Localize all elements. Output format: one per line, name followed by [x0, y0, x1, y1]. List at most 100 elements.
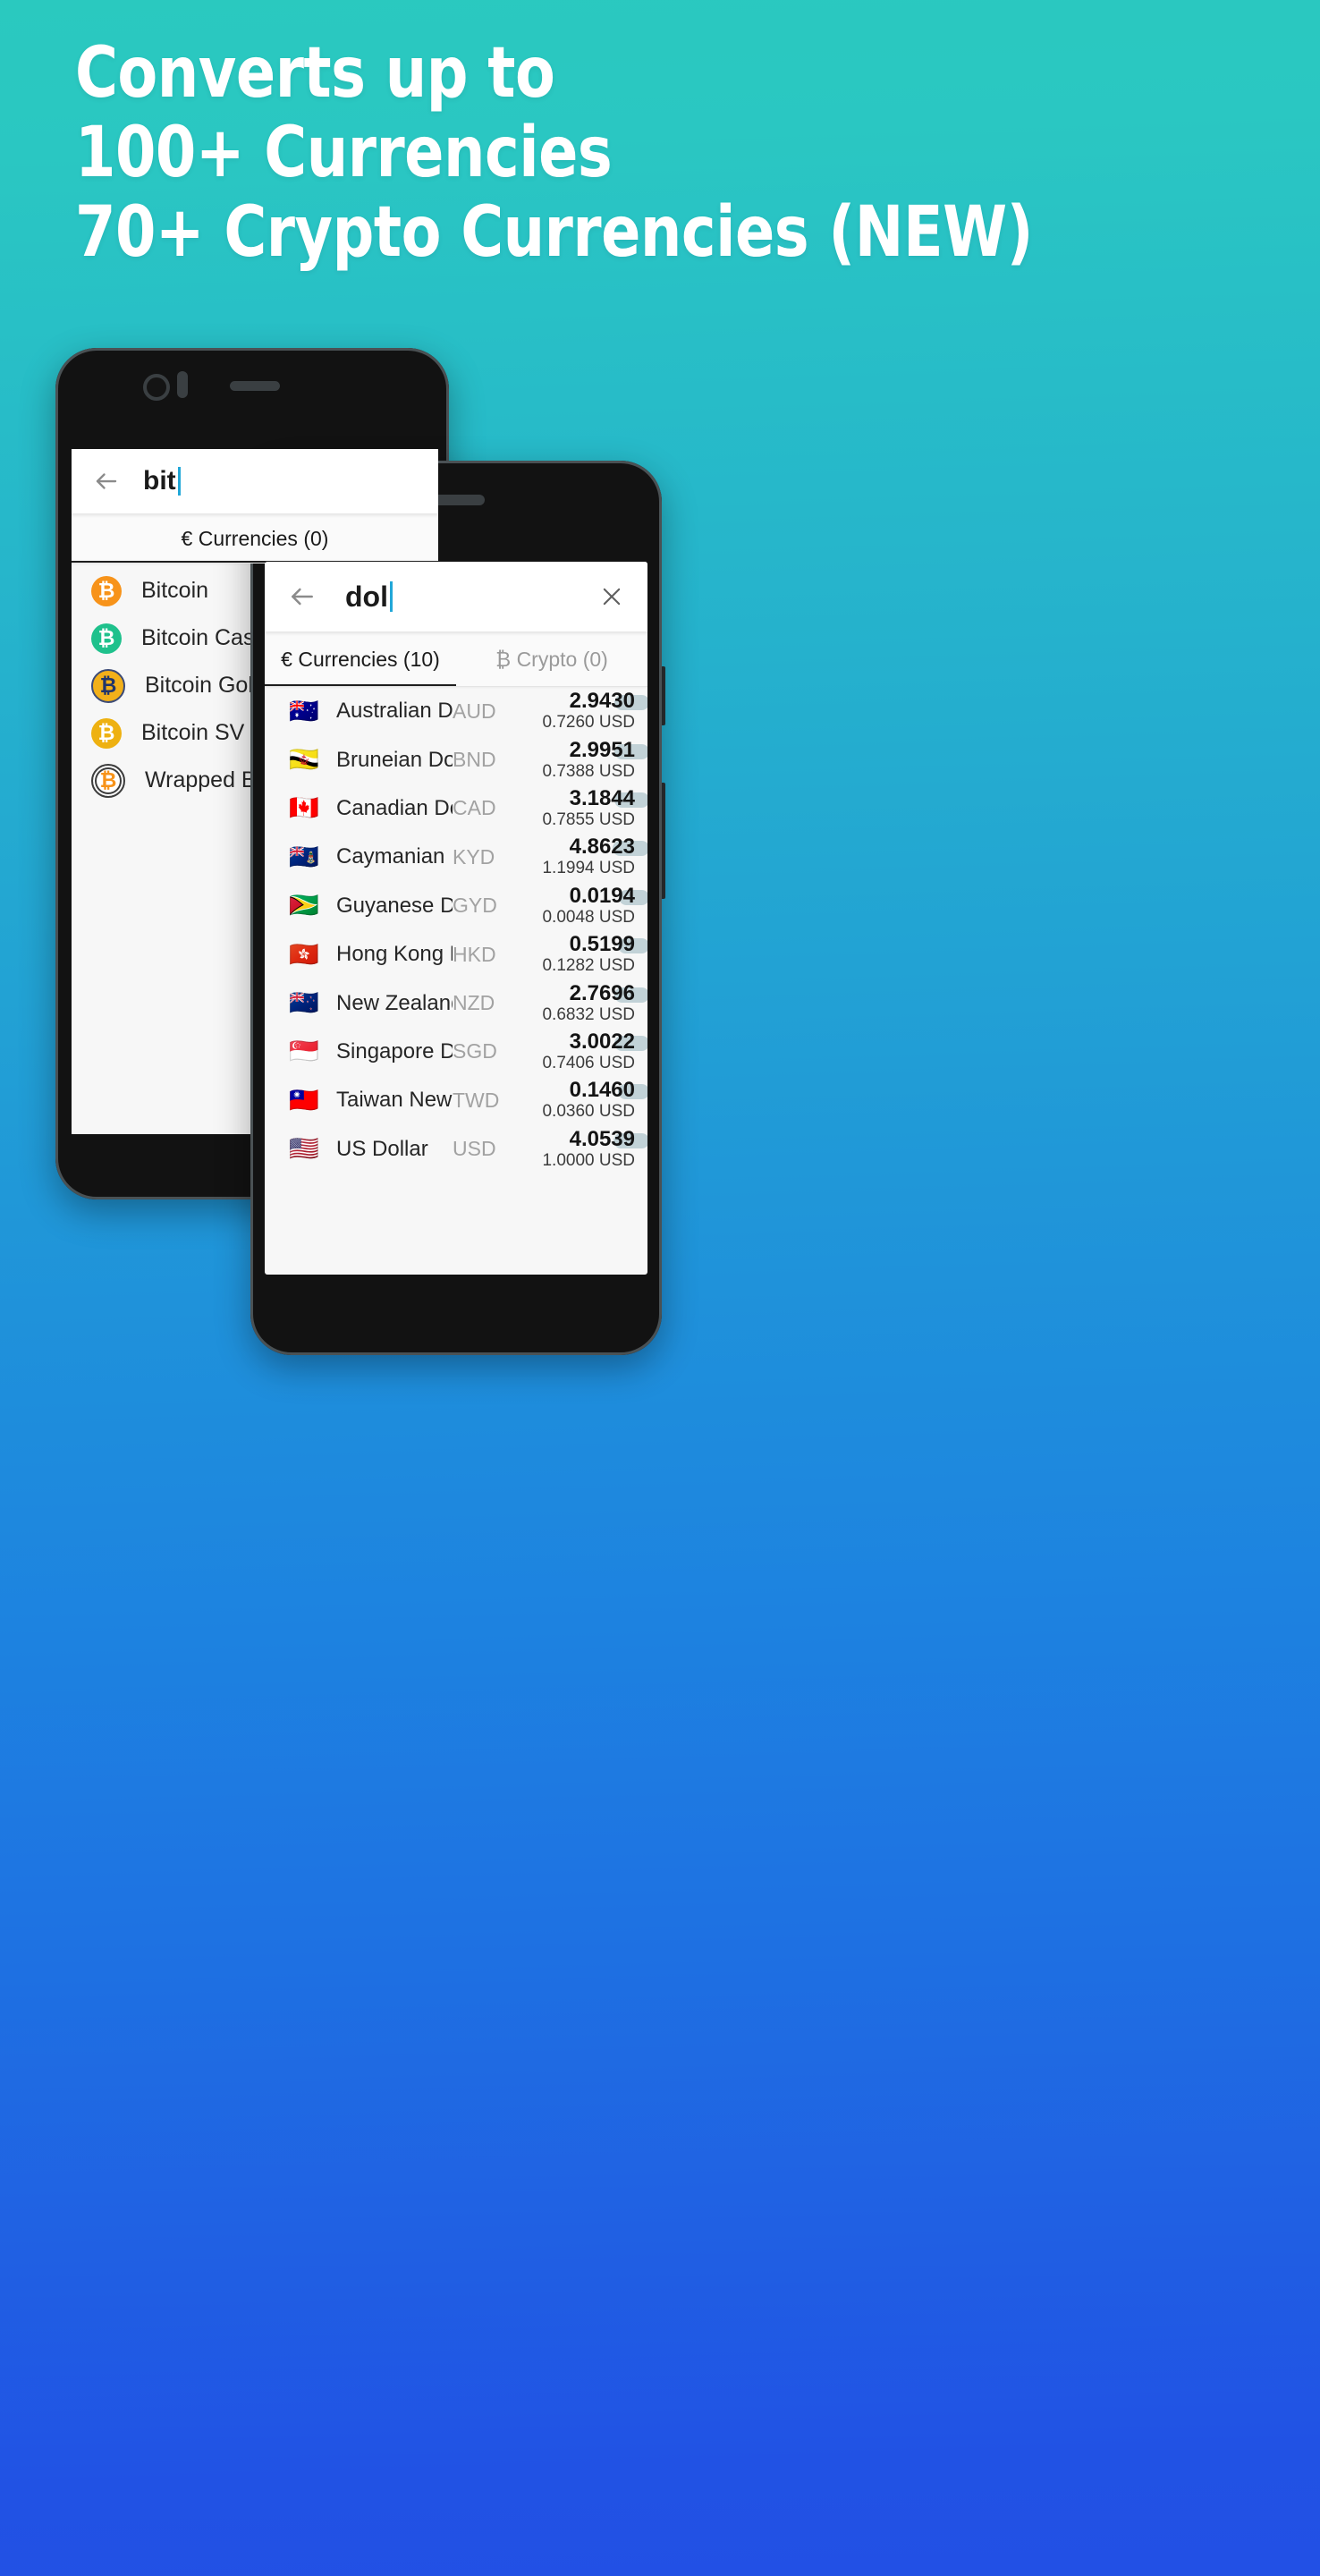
rate-usd-value: 0.7388 USD: [542, 761, 635, 781]
front-camera-icon: [143, 374, 170, 401]
rate-usd-value: 0.7406 USD: [542, 1053, 635, 1072]
search-input-front[interactable]: dol: [324, 580, 592, 614]
currency-code: TWD: [453, 1088, 500, 1112]
currency-list-item[interactable]: 🇰🇾 Caymanian DollarKYD 4.86231.1994 USD: [265, 833, 647, 881]
rate-value: 2.9430: [569, 689, 635, 714]
crypto-coin-icon: ₿: [91, 717, 122, 749]
earpiece-speaker-icon: [230, 381, 280, 391]
tab-currencies[interactable]: € Currencies (10): [265, 631, 456, 687]
country-flag-icon: 🇦🇺: [289, 697, 319, 725]
close-icon[interactable]: [592, 577, 631, 616]
currency-name: Australian Dollar: [336, 699, 453, 724]
country-flag-icon: 🇰🇾: [289, 843, 319, 871]
currency-code: HKD: [453, 942, 496, 966]
currency-rate-block: 0.5199 0.1282 USD: [529, 932, 647, 976]
currency-rate-block: 3.1844 0.7855 USD: [529, 785, 647, 830]
currency-rate-block: 0.1460 0.0360 USD: [529, 1078, 647, 1122]
currency-result-list[interactable]: 🇦🇺Australian DollarAUD2.94300.7260 USD🇧🇳…: [265, 687, 647, 1174]
back-arrow-icon-front[interactable]: [281, 575, 324, 618]
currency-list-item[interactable]: 🇹🇼 Taiwan New DollarTWD 0.14600.0360 USD: [265, 1076, 647, 1124]
app-screen-front: dol € Currencies (10) ₿ Crypto (0) 🇦🇺 Aus…: [265, 562, 647, 1275]
currency-code: SGD: [453, 1039, 497, 1063]
country-flag-icon: 🇨🇦: [289, 794, 319, 823]
currency-list-item[interactable]: 🇳🇿 New Zealand DollarNZD 2.76960.6832 USD: [265, 979, 647, 1027]
currency-name: Caymanian Dollar: [336, 844, 453, 869]
crypto-coin-icon: ₿: [91, 668, 125, 703]
currency-list-item[interactable]: 🇺🇸 US Dollar USD 4.0539 1.0000 USD: [265, 1125, 647, 1174]
rate-value: 4.8623: [569, 835, 635, 860]
search-value-front: dol: [345, 580, 388, 613]
country-flag-icon: 🇸🇬: [289, 1038, 319, 1066]
country-flag-icon: 🇭🇰: [289, 940, 319, 969]
tab-bar-front[interactable]: € Currencies (10) ₿ Crypto (0): [265, 631, 647, 687]
headline-line-3: 70+ Crypto Currencies (NEW): [75, 192, 1033, 273]
currency-code: CAD: [453, 796, 496, 820]
currency-name: US Dollar: [336, 1136, 428, 1161]
search-value-back: bit: [143, 466, 176, 496]
headline-line-1: Converts up to: [75, 33, 555, 114]
search-bar-front[interactable]: dol: [265, 562, 647, 631]
currency-rate-block: 2.7696 0.6832 USD: [529, 980, 647, 1025]
currency-rate-block: 3.0022 0.7406 USD: [529, 1029, 647, 1073]
currency-code: GYD: [453, 894, 497, 918]
currency-list-item[interactable]: 🇨🇦 Canadian DollarCAD 3.18440.7855 USD: [265, 784, 647, 833]
tab-crypto[interactable]: ₿ Crypto (0): [456, 631, 647, 687]
back-arrow-icon[interactable]: [86, 461, 127, 502]
text-cursor-front: [389, 581, 393, 612]
rate-value: 2.9951: [569, 737, 635, 762]
currency-code: USD: [453, 1137, 496, 1161]
rate-usd-value: 0.0048 USD: [542, 907, 635, 927]
currency-rate-block: 4.8623 1.1994 USD: [529, 835, 647, 878]
currency-rate-block: 2.9951 0.7388 USD: [529, 737, 647, 782]
rate-value: 0.1460: [569, 1078, 635, 1103]
rate-value: 0.5199: [569, 932, 635, 957]
proximity-sensor-icon: [177, 371, 188, 398]
currency-name: Bruneian Dollar: [336, 747, 453, 772]
rate-value: 0.0194: [569, 883, 635, 908]
currency-list-item[interactable]: 🇬🇾 Guyanese DollarGYD 0.01940.0048 USD: [265, 882, 647, 930]
currency-list-item[interactable]: 🇧🇳 Bruneian DollarBND 2.99510.7388 USD: [265, 735, 647, 784]
rate-value: 2.7696: [569, 980, 635, 1005]
currency-rate-block: 0.0194 0.0048 USD: [529, 883, 647, 928]
search-bar-back[interactable]: bit: [72, 449, 438, 513]
crypto-coin-icon: ₿: [91, 763, 125, 798]
country-flag-icon: 🇬🇾: [289, 892, 319, 920]
headline-line-2: 100+ Currencies: [75, 113, 613, 193]
rate-value: 3.1844: [569, 785, 635, 810]
currency-list-item[interactable]: 🇦🇺 Australian DollarAUD 2.94300.7260 USD: [265, 687, 647, 735]
currency-name: New Zealand Dollar: [336, 990, 453, 1015]
country-flag-icon: 🇹🇼: [289, 1086, 319, 1114]
crypto-coin-icon: ₿: [91, 575, 122, 606]
currency-name: Singapore Dollar: [336, 1038, 453, 1063]
currency-rate-block: 4.0539 1.0000 USD: [529, 1126, 647, 1171]
currency-name: Guyanese Dollar: [336, 893, 453, 918]
currency-list-item[interactable]: 🇸🇬 Singapore DollarSGD 3.00220.7406 USD: [265, 1028, 647, 1076]
tab-bar-back[interactable]: € Currencies (0): [72, 513, 438, 564]
rate-usd-value: 1.1994 USD: [542, 859, 635, 878]
currency-rate-block: 2.9430 0.7260 USD: [529, 689, 647, 733]
country-flag-icon: 🇺🇸: [289, 1135, 319, 1164]
tab-currencies-label: € Currencies (10): [281, 647, 440, 671]
rate-usd-value: 0.1282 USD: [542, 956, 635, 976]
tab-divider-front: [265, 686, 647, 687]
tab-currencies-back-label: € Currencies (0): [181, 526, 329, 550]
rate-usd-value: 0.6832 USD: [542, 1004, 635, 1024]
currency-list-item[interactable]: 🇭🇰 Hong Kong DollarHKD 0.51990.1282 USD: [265, 930, 647, 979]
page-title: Converts up to 100+ Currencies 70+ Crypt…: [75, 34, 1189, 273]
earpiece-speaker-icon-front: [431, 495, 485, 505]
rate-usd-value: 0.0360 USD: [542, 1102, 635, 1122]
currency-code: KYD: [453, 844, 495, 869]
tab-currencies-back[interactable]: € Currencies (0): [72, 513, 438, 564]
currency-name: Canadian Dollar: [336, 795, 453, 820]
rate-value: 4.0539: [569, 1126, 635, 1151]
crypto-coin-icon: ₿: [91, 623, 122, 654]
tab-crypto-label: ₿ Crypto (0): [495, 647, 608, 671]
rate-usd-value: 0.7855 USD: [542, 809, 635, 829]
currency-code: BND: [453, 748, 496, 772]
search-input-back[interactable]: bit: [127, 466, 424, 496]
rate-value: 3.0022: [569, 1029, 635, 1054]
promo-stage: Converts up to 100+ Currencies 70+ Crypt…: [0, 0, 1320, 2576]
currency-name: Taiwan New Dollar: [336, 1088, 453, 1113]
currency-code: AUD: [453, 699, 496, 723]
text-cursor: [177, 467, 181, 496]
